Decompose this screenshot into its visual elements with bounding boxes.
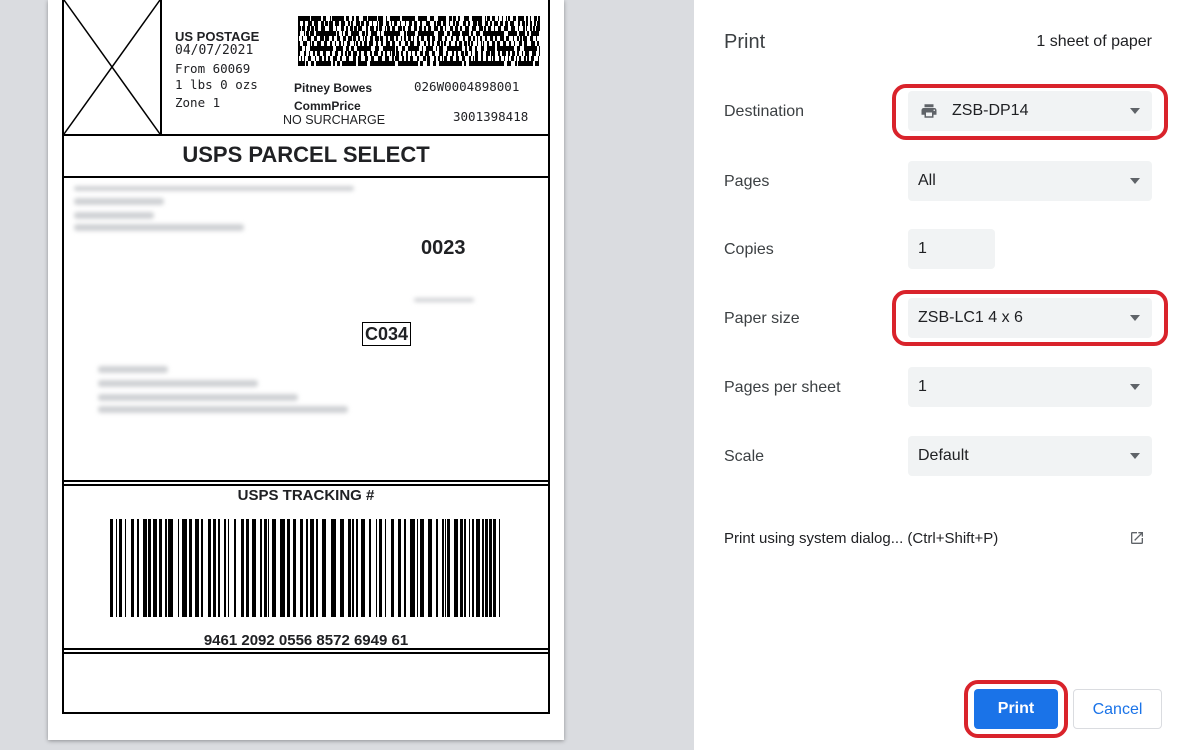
system-dialog-link[interactable]: Print using system dialog... (Ctrl+Shift… <box>724 530 998 547</box>
shipping-label: US POSTAGE 04/07/2021 From 60069 1 lbs 0… <box>62 0 550 714</box>
account-number: 3001398418 <box>453 109 529 124</box>
cross-mark-icon <box>64 0 160 134</box>
divider <box>64 652 548 654</box>
cancel-button[interactable]: Cancel <box>1073 689 1162 729</box>
paper-size-select[interactable]: ZSB-LC1 4 x 6 <box>908 298 1152 338</box>
divider <box>64 134 548 136</box>
zone-code: C034 <box>362 322 412 346</box>
chevron-down-icon <box>1130 315 1140 321</box>
divider <box>64 648 548 650</box>
postage-title: US POSTAGE <box>175 29 260 44</box>
pages-per-sheet-label: Pages per sheet <box>724 379 841 396</box>
scale-label: Scale <box>724 448 765 465</box>
print-button[interactable]: Print <box>974 689 1058 729</box>
chevron-down-icon <box>1130 384 1140 390</box>
tracking-barcode <box>110 519 502 617</box>
indicia-box <box>64 0 162 134</box>
destination-value: ZSB-DP14 <box>952 102 1029 119</box>
pages-per-sheet-value: 1 <box>918 378 927 395</box>
postage-weight: 1 lbs 0 ozs <box>175 77 258 92</box>
postage-from: From 60069 <box>175 61 251 76</box>
chevron-down-icon <box>1130 108 1140 114</box>
divider <box>64 480 548 482</box>
label-preview-page: US POSTAGE 04/07/2021 From 60069 1 lbs 0… <box>48 0 564 740</box>
postage-zone: Zone 1 <box>175 95 221 110</box>
print-preview-area: US POSTAGE 04/07/2021 From 60069 1 lbs 0… <box>0 0 694 750</box>
divider <box>64 176 548 178</box>
pages-per-sheet-select[interactable]: 1 <box>908 367 1152 407</box>
postage-date: 04/07/2021 <box>175 43 254 58</box>
pages-select[interactable]: All <box>908 161 1152 201</box>
printer-icon <box>921 104 937 118</box>
tracking-number: 9461 2092 0556 8572 6949 61 <box>203 632 409 649</box>
divider <box>64 484 548 486</box>
pages-value: All <box>918 172 936 189</box>
print-title: Print <box>724 31 766 53</box>
barcode-bar <box>500 519 502 617</box>
chevron-down-icon <box>1130 453 1140 459</box>
copies-value: 1 <box>918 240 927 257</box>
print-settings-panel: Print 1 sheet of paper Destination ZSB-D… <box>694 0 1184 750</box>
postage-2d-barcode <box>298 16 540 66</box>
tracking-heading: USPS TRACKING # <box>237 487 375 504</box>
scale-select[interactable]: Default <box>908 436 1152 476</box>
copies-input[interactable]: 1 <box>908 229 995 269</box>
open-external-icon[interactable] <box>1129 530 1145 546</box>
destination-select[interactable]: ZSB-DP14 <box>908 91 1152 131</box>
route-code: 0023 <box>421 237 466 259</box>
chevron-down-icon <box>1130 178 1140 184</box>
carrier-name: Pitney Bowes <box>294 81 373 95</box>
copies-label: Copies <box>724 241 774 258</box>
price-type: CommPrice <box>294 99 361 113</box>
surcharge: NO SURCHARGE <box>283 113 386 127</box>
sheet-count: 1 sheet of paper <box>1036 33 1152 50</box>
destination-label: Destination <box>724 103 805 120</box>
redacted-line <box>414 298 474 302</box>
service-title: USPS PARCEL SELECT <box>182 142 430 167</box>
scale-value: Default <box>918 447 969 464</box>
paper-size-label: Paper size <box>724 310 800 327</box>
paper-size-value: ZSB-LC1 4 x 6 <box>918 309 1023 326</box>
meter-number: 026W0004898001 <box>414 79 520 94</box>
pages-label: Pages <box>724 173 770 190</box>
barcode-cell <box>539 61 540 66</box>
